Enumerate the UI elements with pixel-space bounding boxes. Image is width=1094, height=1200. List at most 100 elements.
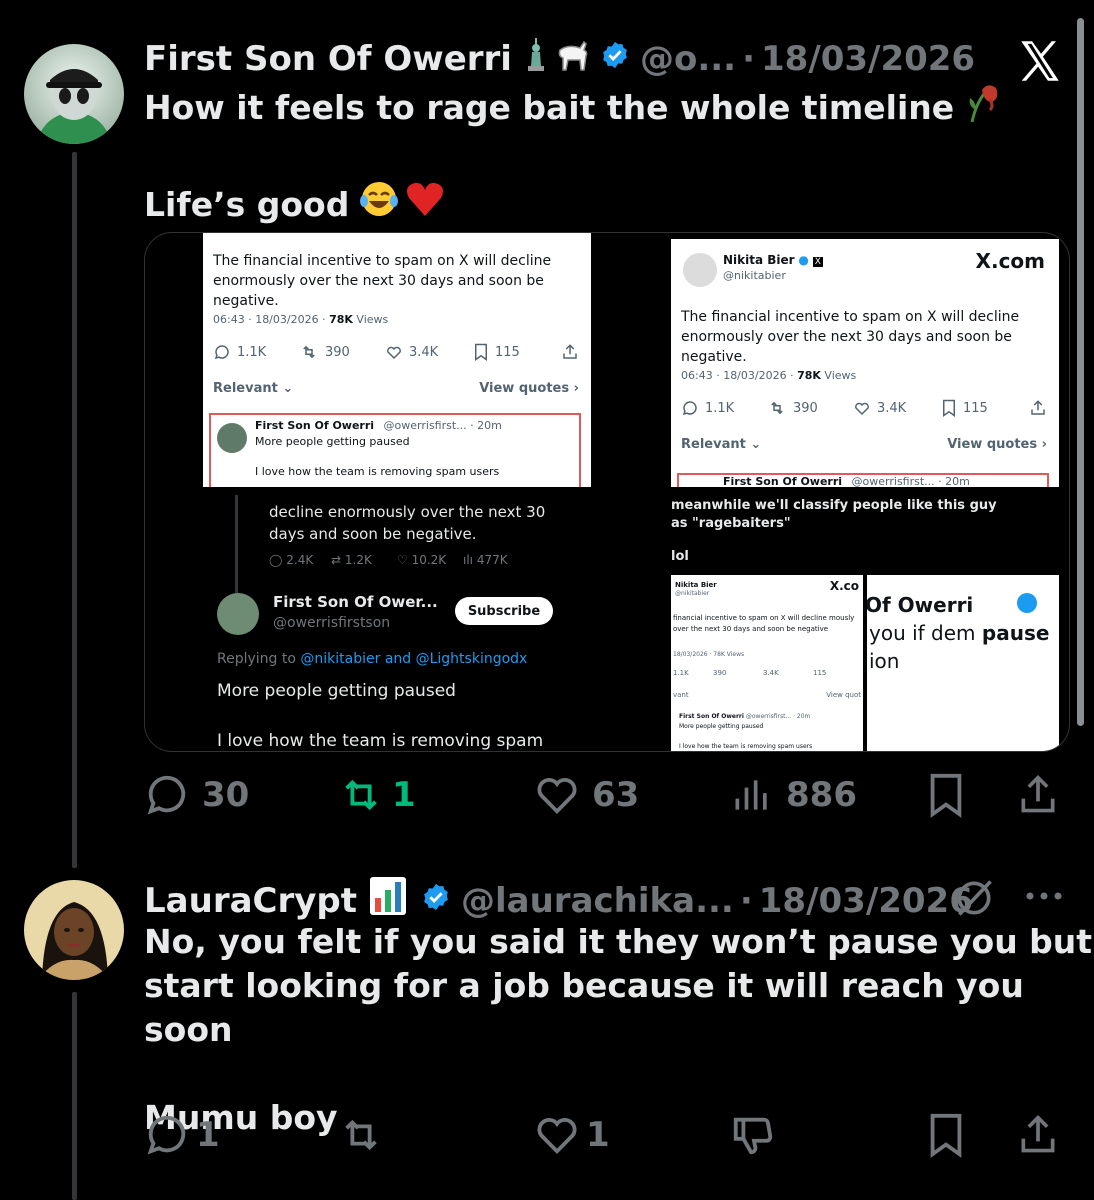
subscribe-button[interactable]: Subscribe [455, 597, 553, 625]
bookmark-icon [930, 773, 962, 818]
share-icon[interactable] [1029, 399, 1047, 421]
more-options-icon[interactable] [1024, 884, 1064, 912]
like-stat[interactable]: 3.4K [385, 343, 438, 361]
like-button[interactable]: 1 [534, 1112, 610, 1158]
like-count: 1 [586, 1115, 610, 1155]
view-quotes-link[interactable]: View quotes › [947, 437, 1047, 452]
zoomed-text: you if dem pause [869, 621, 1049, 645]
mini-view-quotes-label: View quot [826, 691, 861, 699]
like-stat[interactable]: 3.4K [853, 399, 906, 417]
scrollbar[interactable] [1077, 18, 1084, 726]
quoted-post-text: The financial incentive to spam on X wil… [213, 253, 552, 309]
zoomed-text-emphasis: pause [981, 621, 1050, 645]
repost-button[interactable]: 1 [336, 772, 416, 818]
replying-targets[interactable]: @nikitabier and @Lightskingodx [300, 651, 527, 667]
mini-bookmark-count: 115 [813, 669, 827, 677]
post-meta: 06:43 · 18/03/2026 · 78K Views [213, 313, 388, 326]
like-button[interactable]: 63 [534, 772, 639, 818]
view-quotes-link[interactable]: View quotes › [479, 381, 579, 396]
views-stat[interactable]: ılı 477K [463, 553, 508, 567]
post-stats-row: 1.1K 390 3.4K 115 [213, 343, 583, 363]
reply-text: I love how the team is removing spam [217, 731, 544, 751]
repost-icon [345, 1119, 377, 1151]
handle[interactable]: @laurachika... [461, 881, 734, 921]
mini-post-meta: 18/03/2026 · 78K Views [673, 651, 745, 658]
mini-reply-author: First Son Of Owerri [679, 713, 744, 720]
media-grid[interactable]: The financial incentive to spam on X wil… [144, 232, 1070, 752]
reply-avatar [217, 593, 259, 635]
post-meta-time: 06:43 · 18/03/2026 · [213, 313, 330, 326]
reply-stat[interactable]: 1.1K [681, 399, 734, 417]
repost-stat[interactable]: ⇄ 1.2K [331, 553, 372, 567]
repost-button[interactable] [336, 1112, 386, 1158]
reply-button[interactable]: 30 [144, 772, 249, 818]
repost-stat[interactable]: 390 [299, 343, 350, 361]
views-count: 477K [476, 553, 508, 567]
share-button[interactable] [1016, 1112, 1060, 1158]
downvote-button[interactable] [730, 1112, 776, 1158]
bar-chart-emoji-icon [369, 876, 407, 925]
relevant-dropdown[interactable]: Relevant ⌄ [681, 437, 761, 452]
post-stats-row: ◯ 2.4K ⇄ 1.2K ♡ 10.2K ılı 477K [269, 553, 579, 573]
like-stat[interactable]: ♡ 10.2K [397, 553, 446, 567]
reply-stat[interactable]: ◯ 2.4K [269, 553, 313, 567]
share-icon [1021, 1114, 1055, 1153]
views-icon [735, 780, 767, 810]
bookmark-stat[interactable]: 115 [473, 343, 520, 361]
heart-icon [853, 399, 871, 417]
brand-label: X.com [975, 249, 1045, 273]
handle[interactable]: @o... [640, 39, 736, 79]
mini-post-text: financial incentive to spam on X will de… [673, 614, 855, 633]
media-screenshot-top-left[interactable]: The financial incentive to spam on X wil… [203, 233, 591, 487]
avatar[interactable] [24, 880, 124, 980]
display-name[interactable]: First Son Of Owerri [144, 39, 512, 79]
display-name[interactable]: LauraCrypt [144, 881, 357, 921]
relevant-label: Relevant [681, 437, 746, 452]
highlighted-reply[interactable]: First Son Of Owerri @owerrisfirst... · 2… [677, 473, 1049, 487]
share-icon[interactable] [561, 343, 579, 365]
repost-count: 390 [325, 344, 350, 360]
like-count: 3.4K [877, 400, 907, 416]
quoted-post-text: The financial incentive to spam on X wil… [681, 309, 1020, 365]
reply-icon [213, 343, 231, 361]
mini-reply-text: More people getting paused [679, 723, 764, 730]
relevant-dropdown[interactable]: Relevant ⌄ [213, 381, 293, 396]
bookmark-button[interactable] [926, 1112, 966, 1158]
reply-count: 30 [202, 775, 250, 815]
zoomed-text: ion [869, 649, 900, 673]
share-button[interactable] [1016, 772, 1060, 818]
zoomed-screenshot[interactable]: Of Owerri you if dem pause ion [867, 575, 1059, 751]
post-meta-views: 78K [329, 313, 353, 326]
mini-screenshot[interactable]: Nikita Bier @nikitabier X.co financial i… [671, 575, 863, 751]
verified-badge-icon [421, 881, 451, 921]
highlighted-reply[interactable]: First Son Of Owerri @owerrisfirst... · 2… [209, 413, 581, 487]
x-logo-icon[interactable] [1015, 36, 1065, 86]
avatar[interactable] [24, 44, 124, 144]
reply-author-handle: @owerrisfirst... · 20m [383, 419, 502, 432]
bookmark-stat[interactable]: 115 [941, 399, 988, 417]
goat-emoji-icon [554, 36, 594, 81]
reply-author-handle: @owerrisfirst... · 20m [851, 475, 970, 487]
laughing-tears-emoji-icon [359, 179, 399, 230]
media-screenshot-bottom-left[interactable]: decline enormously over the next 30 days… [203, 495, 591, 751]
bookmark-button[interactable] [926, 772, 966, 818]
media-screenshot-top-right[interactable]: Nikita Bier ● X @nikitabier X.com The fi… [671, 239, 1059, 487]
repost-stat[interactable]: 390 [767, 399, 818, 417]
views-count: 886 [786, 775, 857, 815]
grok-icon[interactable] [952, 876, 996, 924]
mini-repost-count: 390 [713, 669, 727, 677]
wilted-flower-emoji-icon [964, 80, 1004, 135]
timestamp[interactable]: 18/03/2026 [761, 39, 975, 79]
post-meta-time: 06:43 · 18/03/2026 · [681, 369, 798, 382]
reply-stat[interactable]: 1.1K [213, 343, 266, 361]
heart-icon [537, 778, 577, 815]
post-meta-views-label: Views [352, 313, 389, 326]
media-screenshot-bottom-right[interactable]: meanwhile we'll classify people like thi… [671, 495, 1059, 751]
repost-count: 1.2K [344, 553, 372, 567]
reply-button[interactable]: 1 [144, 1112, 220, 1158]
separator: · [742, 38, 755, 79]
post-meta-views-label: Views [820, 369, 857, 382]
repost-icon [299, 343, 319, 361]
timestamp[interactable]: 18/03/2026 [759, 881, 973, 921]
views-button[interactable]: 886 [730, 772, 857, 818]
